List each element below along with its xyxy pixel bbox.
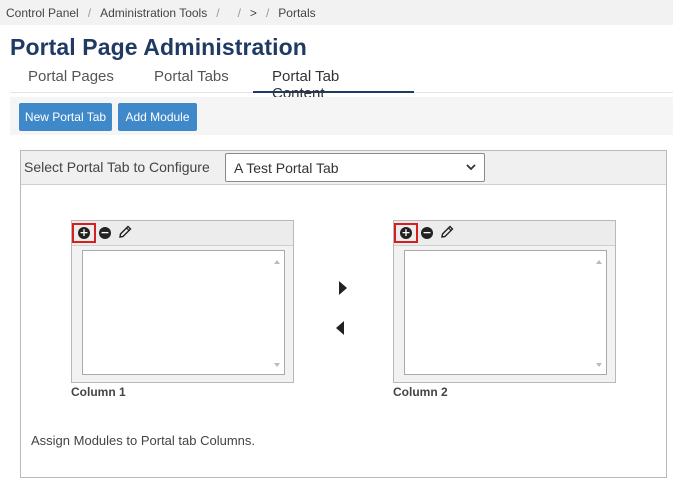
chevron-down-icon	[466, 164, 476, 171]
new-portal-tab-button[interactable]: New Portal Tab	[19, 103, 112, 131]
move-right-icon[interactable]	[339, 281, 347, 295]
panel-header: Select Portal Tab to Configure A Test Po…	[21, 151, 666, 185]
tab-portal-tabs[interactable]: Portal Tabs	[154, 68, 229, 93]
column-2-label: Column 2	[393, 385, 448, 399]
plus-circle-icon: +	[400, 226, 412, 239]
page-title: Portal Page Administration	[10, 34, 307, 60]
breadcrumb-separator: /	[237, 5, 241, 20]
add-to-column-2-button[interactable]: +	[394, 223, 418, 243]
edit-column-1-button[interactable]	[117, 224, 133, 245]
assign-modules-hint: Assign Modules to Portal tab Columns.	[31, 433, 255, 448]
column-2-toolbar: + −	[394, 221, 615, 246]
pencil-icon	[119, 225, 132, 238]
scroll-up-icon[interactable]	[274, 260, 280, 264]
breadcrumb-item-administration-tools[interactable]: Administration Tools	[100, 6, 207, 20]
add-module-button[interactable]: Add Module	[118, 103, 197, 131]
select-portal-tab-label: Select Portal Tab to Configure	[24, 159, 210, 175]
column-1-label: Column 1	[71, 385, 126, 399]
tab-portal-pages[interactable]: Portal Pages	[28, 68, 114, 93]
column-2-module-list[interactable]	[404, 250, 607, 375]
portal-tab-select-value: A Test Portal Tab	[234, 159, 339, 176]
column-1-toolbar: + −	[72, 221, 293, 246]
action-toolbar: New Portal Tab Add Module	[10, 97, 673, 135]
remove-from-column-1-button[interactable]: −	[99, 227, 111, 239]
tab-portal-tab-content[interactable]: Portal Tab Content	[253, 68, 414, 102]
configure-panel: Select Portal Tab to Configure A Test Po…	[20, 150, 667, 478]
column-2-box: + −	[393, 220, 616, 383]
breadcrumb-item-chevron: >	[249, 5, 257, 20]
column-1-box: + −	[71, 220, 294, 383]
add-to-column-1-button[interactable]: +	[72, 223, 96, 243]
tab-bar: Portal Pages Portal Tabs Portal Tab Cont…	[10, 62, 673, 102]
minus-circle-icon: −	[99, 226, 111, 239]
scroll-up-icon[interactable]	[596, 260, 602, 264]
breadcrumb: Control Panel / Administration Tools / /…	[0, 0, 673, 25]
portal-tab-select[interactable]: A Test Portal Tab	[225, 153, 485, 182]
breadcrumb-separator: /	[216, 5, 220, 20]
plus-circle-icon: +	[78, 226, 90, 239]
pencil-icon	[441, 225, 454, 238]
breadcrumb-item-control-panel[interactable]: Control Panel	[6, 6, 79, 20]
minus-circle-icon: −	[421, 226, 433, 239]
column-1-module-list[interactable]	[82, 250, 285, 375]
scroll-down-icon[interactable]	[274, 363, 280, 367]
breadcrumb-separator: /	[265, 5, 270, 20]
breadcrumb-item-portals[interactable]: Portals	[278, 6, 315, 20]
breadcrumb-separator: /	[87, 5, 92, 20]
edit-column-2-button[interactable]	[439, 224, 455, 245]
remove-from-column-2-button[interactable]: −	[421, 227, 433, 239]
move-left-icon[interactable]	[336, 321, 344, 335]
scroll-down-icon[interactable]	[596, 363, 602, 367]
